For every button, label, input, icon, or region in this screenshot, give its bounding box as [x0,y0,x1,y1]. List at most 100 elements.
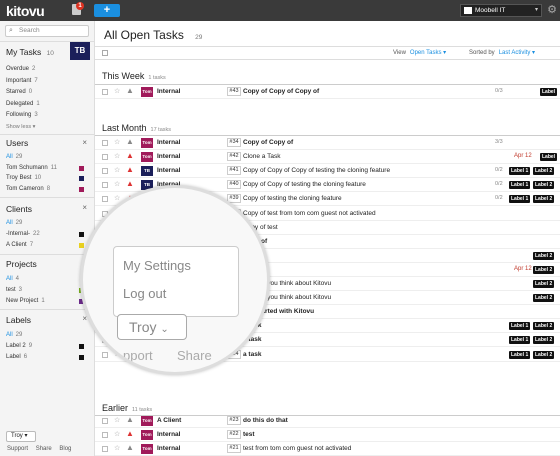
task-row[interactable]: ☆ ▲ Tom Internal #34 Copy of Copy of 3/3 [95,136,560,150]
task-row[interactable]: ☆ ▲ Tom A Client #23 do this do that [95,414,560,428]
share-link[interactable]: Share [36,446,52,452]
task-checkbox[interactable] [102,168,108,175]
task-label-badge[interactable]: Label 1 [509,336,531,345]
show-less-link[interactable]: Show less ▾ [6,124,35,130]
star-icon[interactable]: ☆ [114,166,120,174]
close-icon[interactable]: × [82,203,87,212]
task-title[interactable]: Clone a Task [243,153,280,160]
priority-icon[interactable]: ▲ [126,165,134,174]
task-label-badge[interactable]: Label 1 [509,350,531,359]
sidebar-item[interactable]: New Project 1 [6,298,45,304]
sort-selector[interactable]: Sorted by Last Activity ▾ [469,49,535,56]
view-selector[interactable]: View Open Tasks ▾ [393,49,446,56]
sidebar-item[interactable]: Starred 0 [6,89,32,95]
star-icon[interactable]: ☆ [114,138,120,146]
sidebar-item[interactable]: Following 3 [6,112,38,118]
task-title[interactable]: Copy of Copy of [243,139,293,146]
star-icon[interactable]: ☆ [114,416,120,424]
sidebar-item[interactable]: A Client 7 [6,242,33,248]
task-label-badge[interactable]: Label 2 [533,294,555,303]
sidebar-item[interactable]: All 29 [6,220,22,226]
organization-selector[interactable]: Moobell IT ▾ [460,4,542,17]
task-label-badge[interactable]: Label 2 [533,280,555,288]
user-avatar[interactable]: TB [70,42,90,60]
sidebar-item[interactable]: All 4 [6,276,19,282]
star-icon[interactable]: ☆ [114,87,120,95]
sidebar-item[interactable]: Overdue 2 [6,66,35,72]
task-checkbox[interactable] [102,140,108,146]
task-title[interactable]: test [243,431,255,438]
task-checkbox[interactable] [102,89,108,95]
priority-icon[interactable]: ▲ [126,443,134,452]
star-icon[interactable]: ☆ [114,180,120,188]
task-row[interactable]: ☆ ▲ Tom Internal #21 test from tom com guest … [95,442,560,456]
task-label-badge[interactable]: Label 2 [533,181,555,190]
sidebar-item[interactable]: Delegated 1 [6,101,40,107]
task-label-badge[interactable]: Label 2 [533,336,555,345]
task-checkbox[interactable] [102,182,108,189]
star-icon[interactable]: ☆ [114,430,120,438]
priority-icon[interactable]: ▲ [126,429,134,438]
user-menu-button[interactable]: Troy ▾ [6,431,36,442]
sidebar-item[interactable]: All 29 [6,154,22,160]
share-link-zoomed[interactable]: Share [177,348,212,363]
task-checkbox[interactable] [102,154,108,161]
task-label-badge[interactable]: Label 2 [533,167,555,176]
task-label-badge[interactable]: Label 2 [533,322,555,331]
sidebar-item[interactable]: test 3 [6,287,22,293]
priority-icon[interactable]: ▲ [126,137,134,146]
task-title[interactable]: test from tom com guest not activated [243,445,351,452]
task-title[interactable]: a task [243,351,261,358]
blog-link[interactable]: Blog [59,446,71,452]
task-title[interactable]: Copy of Copy of Copy of [243,88,319,95]
kitovu-logo[interactable]: kitovu [6,3,45,19]
task-checkbox[interactable] [102,418,108,424]
sidebar-item[interactable]: Tom Cameron 8 [6,186,50,192]
search-input[interactable]: ⌕ Search [5,25,89,37]
support-link[interactable]: Support [7,446,28,452]
priority-icon[interactable]: ▲ [126,179,134,188]
select-all-checkbox[interactable] [102,50,108,56]
task-checkbox[interactable] [102,196,108,203]
task-title[interactable]: do this do that [243,417,288,424]
my-tasks-heading[interactable]: My Tasks 10 [6,47,54,57]
task-checkbox[interactable] [102,446,108,453]
priority-icon[interactable]: ▲ [126,151,134,160]
task-row[interactable]: ☆ ▲ Tom Internal #42 Clone a Task Apr 12 Label [95,150,560,165]
task-label-badge[interactable]: Label 2 [533,251,555,260]
star-icon[interactable]: ☆ [114,444,120,452]
task-checkbox[interactable] [102,351,108,358]
sidebar-item[interactable]: Label 29 [6,343,32,349]
task-label-badge[interactable]: Label 1 [509,181,531,190]
notification-badge[interactable]: 1 [76,2,84,10]
add-task-button[interactable]: + [94,4,120,17]
task-label-badge[interactable]: Label 1 [509,167,531,176]
sidebar-item[interactable]: Important 7 [6,78,38,84]
sidebar-item[interactable]: Troy Best 10 [6,175,41,181]
task-checkbox[interactable] [102,432,108,439]
task-label-badge[interactable]: Label [540,88,558,96]
my-settings-item[interactable]: My Settings [123,258,191,273]
task-label-badge[interactable]: Label 1 [509,195,531,204]
support-link-zoomed[interactable]: pport [123,348,153,363]
task-label-badge[interactable]: Label 2 [533,350,555,359]
log-out-item[interactable]: Log out [123,286,166,301]
task-title[interactable]: Copy of test from tom com guest not acti… [243,210,376,217]
task-title[interactable]: Copy of testing the cloning feature [243,195,342,202]
priority-icon[interactable]: ▲ [126,86,134,95]
sidebar-item[interactable]: -Internal- 22 [6,231,40,237]
star-icon[interactable]: ☆ [114,152,120,160]
star-icon[interactable]: ☆ [114,194,120,202]
gear-icon[interactable]: ⚙ [544,3,560,18]
task-row[interactable]: ☆ ▲ Tom Internal #43 Copy of Copy of Copy of 0… [95,85,560,99]
close-icon[interactable]: × [82,138,87,147]
task-label-badge[interactable]: Label 2 [533,265,555,274]
task-title[interactable]: Copy of Copy of Copy of testing the clon… [243,167,390,174]
user-menu-button-zoomed[interactable]: Troy ⌄ [117,314,187,340]
task-title[interactable]: Copy of Copy of testing the cloning feat… [243,181,366,188]
task-label-badge[interactable]: Label [540,153,558,162]
task-row[interactable]: ☆ ▲ TB Internal #41 Copy of Copy of Copy of t… [95,164,560,179]
task-label-badge[interactable]: Label 1 [509,322,531,331]
task-row[interactable]: ☆ ▲ Tom Internal #22 test [95,428,560,443]
priority-icon[interactable]: ▲ [126,415,134,424]
